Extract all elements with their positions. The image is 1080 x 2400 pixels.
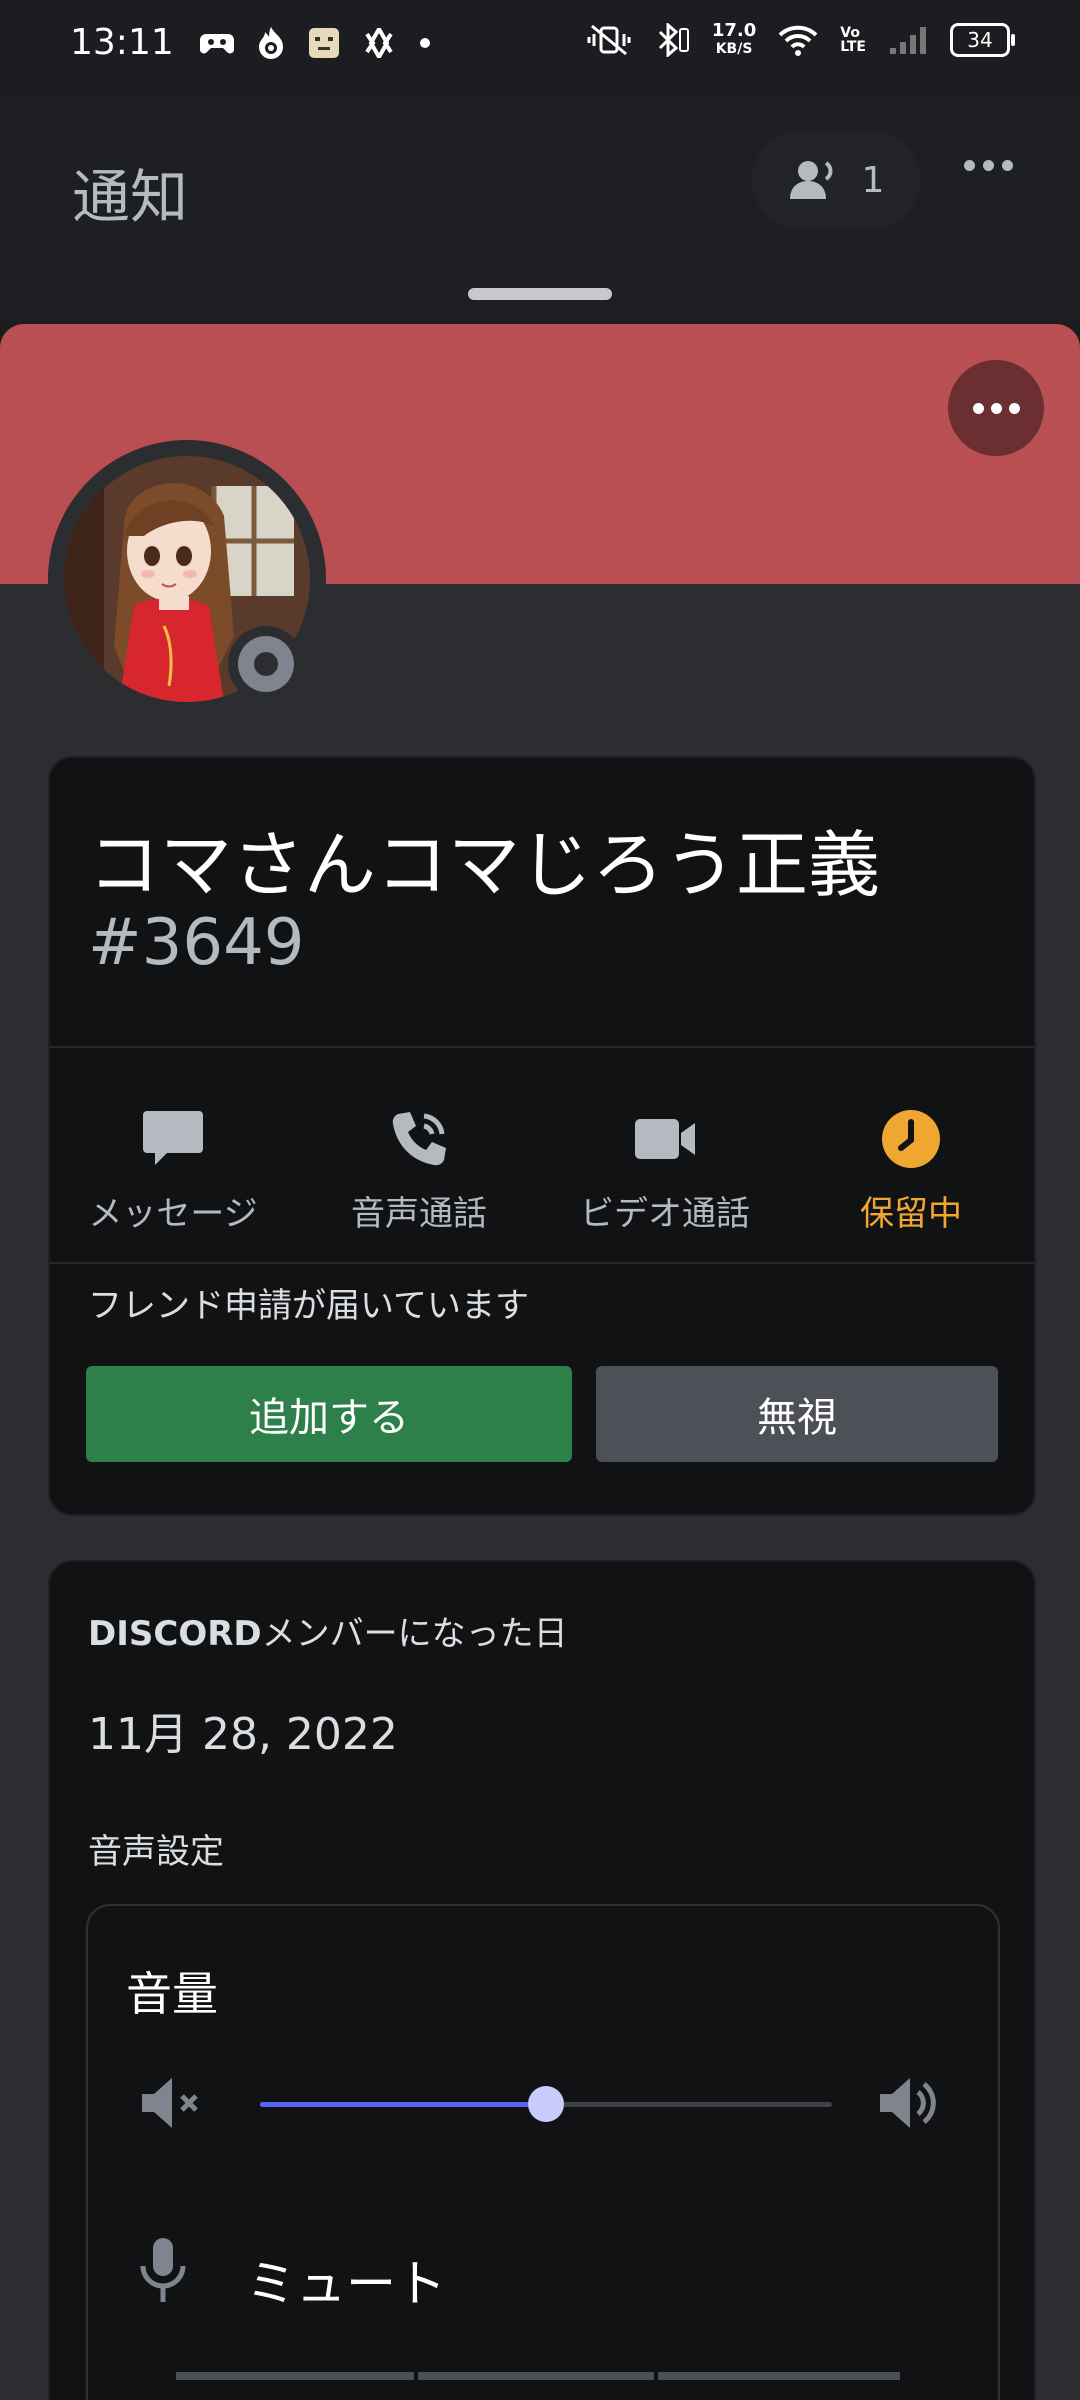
flame-app-icon [259,27,283,59]
sheet-drag-handle[interactable] [468,288,612,300]
video-call-label: ビデオ通話 [580,1194,750,1234]
diamond-app-icon [365,28,393,58]
call-count: 1 [861,159,885,201]
voice-settings-label: 音声設定 [88,1832,224,1872]
voice-settings-panel: 音量 ミュート [86,1904,1000,2400]
pending-label: 保留中 [860,1194,962,1234]
vibrate-mute-icon [587,24,631,56]
volume-label: 音量 [126,1967,218,2021]
mute-label: ミュート [246,2255,446,2313]
ignore-friend-button[interactable]: 無視 [596,1366,998,1462]
network-speed: 17.0 KB/S [712,22,756,58]
voice-call-action[interactable]: 音声通話 [296,1076,542,1256]
offline-status-icon [238,636,294,692]
divider [50,1046,1034,1048]
network-speed-unit: KB/S [715,41,753,57]
page-title: 通知 [72,163,189,231]
friend-request-label: フレンド申請が届いています [88,1286,529,1326]
video-call-action[interactable]: ビデオ通話 [542,1076,788,1256]
network-speed-value: 17.0 [711,20,757,41]
segment-tab[interactable] [418,2372,654,2380]
profile-card: コマさんコマじろう正義 #3649 メッセージ 音声通話 ビデオ通話 保留中 フ… [48,756,1036,1516]
profile-actions: メッセージ 音声通話 ビデオ通話 保留中 [50,1076,1034,1256]
call-count-pill[interactable]: 1 [752,132,920,228]
member-since-brand: DISCORD [88,1614,262,1654]
wifi-icon [778,25,818,56]
clock-icon [882,1110,940,1168]
bluetooth-icon [658,23,689,57]
message-label: メッセージ [88,1194,258,1234]
game-controller-icon [200,34,234,54]
volume-slider-row [88,2064,998,2144]
member-since-label: DISCORDメンバーになった日 [88,1606,568,1655]
phone-person-icon [789,161,833,199]
face-app-icon [309,28,339,58]
accept-friend-button[interactable]: 追加する [86,1366,572,1462]
system-status-icons: 17.0 KB/S Vo LTE 34 [586,22,1015,58]
volte-indicator: Vo LTE [840,25,866,55]
user-tag: #3649 [88,906,305,980]
divider [50,1262,1034,1264]
status-indicator [228,626,304,702]
volume-slider-fill [260,2102,546,2107]
info-card: DISCORDメンバーになった日 11月 28, 2022 音声設定 音量 ミュ… [48,1560,1036,2400]
member-since-date: 11月 28, 2022 [88,1709,398,1760]
overflow-menu-icon[interactable] [964,160,1013,171]
microphone-icon [140,2238,186,2302]
profile-more-button[interactable] [948,360,1044,456]
message-action[interactable]: メッセージ [50,1076,296,1256]
video-icon [635,1119,695,1159]
volume-slider-thumb[interactable] [528,2086,564,2122]
username: コマさんコマじろう正義 [88,823,881,907]
pending-action[interactable]: 保留中 [788,1076,1034,1256]
volume-slider[interactable] [260,2086,832,2122]
mute-row[interactable]: ミュート [88,2226,998,2326]
more-notifications-dot-icon [420,38,430,48]
member-since-text: メンバーになった日 [261,1614,568,1654]
status-bar: 13:11 17.0 KB/S Vo LTE 34 [0,0,1080,96]
phone-icon [392,1112,446,1166]
notification-icons [200,26,432,60]
status-time: 13:11 [70,22,174,63]
volume-max-icon[interactable] [878,2074,942,2132]
avatar-container [48,440,326,718]
message-icon [143,1111,203,1165]
profile-sheet: コマさんコマじろう正義 #3649 メッセージ 音声通話 ビデオ通話 保留中 フ… [0,324,1080,2400]
battery-indicator: 34 [950,23,1015,57]
voice-call-label: 音声通話 [351,1194,487,1234]
segment-tab[interactable] [176,2372,414,2380]
segment-tab[interactable] [658,2372,900,2380]
signal-icon [890,27,926,54]
volume-mute-icon[interactable] [140,2074,204,2132]
